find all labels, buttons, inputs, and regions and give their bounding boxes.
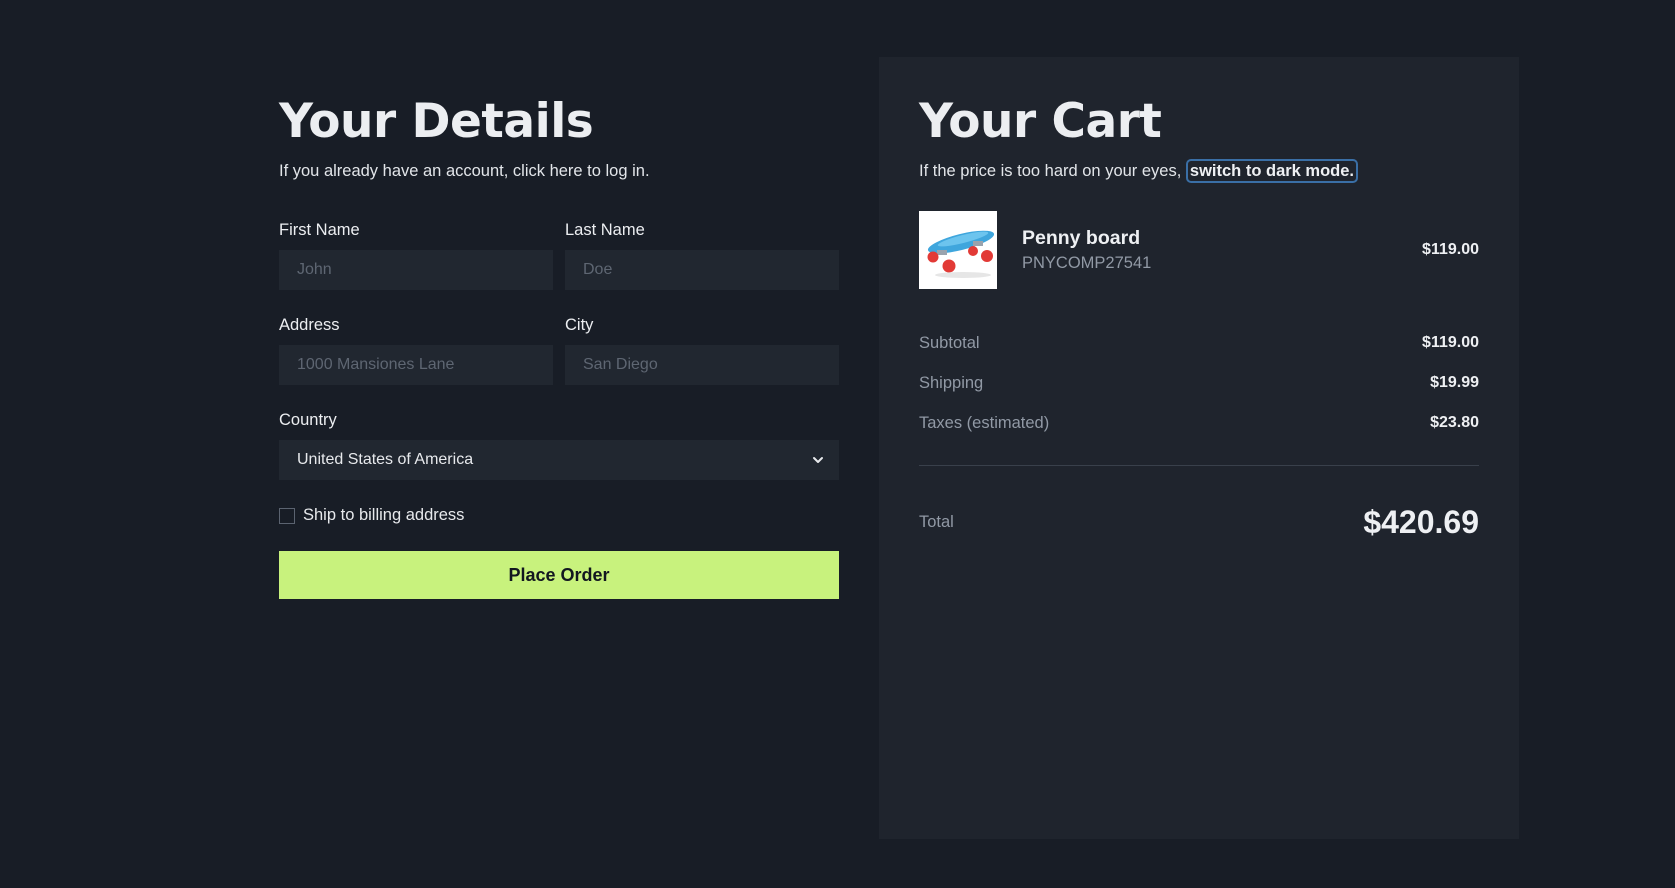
last-name-field: Last Name: [565, 221, 839, 290]
subtotal-value: $119.00: [1422, 334, 1479, 351]
address-label: Address: [279, 316, 340, 334]
details-section: Your Details If you already have an acco…: [279, 92, 839, 599]
address-field: Address: [279, 316, 553, 385]
summary-line-shipping: Shipping $19.99: [919, 373, 1479, 393]
details-title: Your Details: [279, 94, 594, 149]
country-value: United States of America: [297, 451, 474, 468]
order-total: Total $420.69: [919, 504, 1479, 541]
taxes-label: Taxes (estimated): [919, 413, 1050, 432]
city-label: City: [565, 316, 594, 334]
skateboard-image: [919, 211, 997, 289]
dark-mode-link[interactable]: switch to dark mode.: [1185, 159, 1359, 183]
last-name-label: Last Name: [565, 221, 645, 239]
address-row: Address City: [279, 316, 839, 385]
subtotal-label: Subtotal: [919, 333, 980, 352]
total-value: $420.69: [1363, 504, 1479, 540]
first-name-label: First Name: [279, 221, 360, 239]
ship-to-billing-row: Ship to billing address: [279, 506, 839, 525]
country-label: Country: [279, 411, 337, 429]
summary-line-subtotal: Subtotal $119.00: [919, 333, 1479, 353]
product-price: $119.00: [1422, 241, 1479, 258]
cart-item: Penny board PNYCOMP27541 $119.00: [919, 211, 1479, 289]
product-name: Penny board: [1022, 227, 1141, 249]
ship-to-billing-label[interactable]: Ship to billing address: [303, 506, 464, 525]
product-info: Penny board PNYCOMP27541: [1022, 227, 1422, 273]
shipping-value: $19.99: [1430, 374, 1479, 391]
first-name-input[interactable]: [279, 250, 553, 290]
shipping-label: Shipping: [919, 373, 984, 392]
last-name-input[interactable]: [565, 250, 839, 290]
order-summary: Subtotal $119.00 Shipping $19.99 Taxes (…: [919, 333, 1479, 433]
chevron-down-icon: [813, 457, 823, 463]
cart-panel: Your Cart If the price is too hard on yo…: [879, 57, 1519, 839]
summary-line-taxes: Taxes (estimated) $23.80: [919, 413, 1479, 433]
summary-divider: [919, 465, 1479, 466]
city-field: City: [565, 316, 839, 385]
dark-mode-prompt: If the price is too hard on your eyes, s…: [919, 159, 1479, 183]
country-field: Country United States of America: [279, 411, 839, 480]
total-label: Total: [919, 513, 954, 531]
cart-title: Your Cart: [919, 94, 1162, 149]
skateboard-icon: [919, 211, 997, 289]
product-sku: PNYCOMP27541: [1022, 254, 1152, 272]
ship-to-billing-checkbox[interactable]: [279, 507, 295, 524]
address-input[interactable]: [279, 345, 553, 385]
name-row: First Name Last Name: [279, 221, 839, 290]
login-prompt[interactable]: If you already have an account, click he…: [279, 162, 839, 181]
taxes-value: $23.80: [1430, 414, 1479, 431]
first-name-field: First Name: [279, 221, 553, 290]
country-select[interactable]: United States of America: [279, 440, 839, 480]
city-input[interactable]: [565, 345, 839, 385]
place-order-button[interactable]: Place Order: [279, 551, 839, 599]
dark-mode-prompt-text: If the price is too hard on your eyes,: [919, 162, 1182, 180]
